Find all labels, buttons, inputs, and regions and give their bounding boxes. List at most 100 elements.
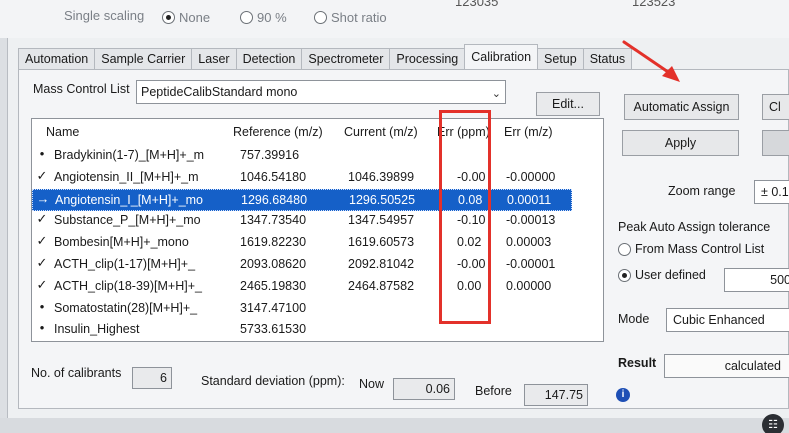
partial-value: 123523 [632,0,676,9]
cell-err-mz: 0.00011 [507,192,552,207]
bullet-icon: • [39,320,45,336]
table-row[interactable]: ✓ Substance_P_[M+H]+_mo 1347.73540 1347.549… [32,210,572,232]
cell-err-mz: -0.00013 [506,213,556,228]
cell-reference: 1296.68480 [241,192,308,207]
cell-reference: 2465.19830 [240,278,307,293]
cell-name: ACTH_clip(18-39)[M+H]+_ [54,278,202,293]
zoom-range-label: Zoom range [668,184,736,198]
tab-laser[interactable]: Laser [191,48,237,70]
mass-control-list-select[interactable]: PeptideCalibStandard mono ⌄ [136,80,506,104]
check-icon: ✓ [36,233,48,249]
scaling-none-option[interactable]: None [162,10,210,25]
edit-button[interactable]: Edit... [536,92,600,116]
column-header-reference[interactable]: Reference (m/z) [233,125,323,139]
chevron-down-icon[interactable]: ⌄ [492,83,501,105]
now-value-field: 0.06 [393,378,455,400]
cell-name: Somatostatin(28)[M+H]+_ [54,300,198,315]
table-row[interactable]: • Somatostatin(28)[M+H]+_ 3147.47100 [32,298,572,320]
cell-name: Bombesin[M+H]+_mono [54,235,189,250]
cell-reference: 5733.61530 [240,322,307,337]
std-deviation-label: Standard deviation (ppm): [201,374,345,388]
cell-name: Bradykinin(1-7)_[M+H]+_m [54,148,205,162]
chat-icon[interactable]: ☷ [762,414,784,433]
red-arrow-annotation [622,40,680,82]
table-row[interactable]: ✓ Bombesin[M+H]+_mono 1619.82230 1619.60573… [32,232,572,254]
table-row[interactable]: → Angiotensin_I_[M+H]+_mo 1296.68480 1296.5… [32,188,572,211]
mode-select[interactable]: Cubic Enhanced [666,308,789,332]
radio-icon[interactable] [618,268,631,282]
table-row[interactable]: ✓ Angiotensin_II_[M+H]+_m 1046.54180 1046.3… [32,167,572,189]
scaling-90-option[interactable]: 90 % [240,10,287,25]
arrow-right-icon: → [36,190,50,206]
table-row[interactable]: • Bradykinin(1-7)_[M+H]+_m 757.39916 [32,145,572,167]
scaling-options-bar: Single scaling None 90 % Shot ratio 1230… [0,0,789,38]
tab-automation[interactable]: Automation [18,48,96,70]
check-icon: ✓ [36,276,48,292]
table-row[interactable]: • Insulin_Highest 5733.61530 [32,319,572,341]
tab-bar: Automation Sample Carrier Laser Detectio… [18,44,633,70]
tab-setup[interactable]: Setup [537,48,584,70]
apply-button[interactable]: Apply [622,130,739,156]
user-defined-option[interactable]: User defined [618,268,706,282]
calibration-controls: Automatic Assign Cl Apply Zoom range ± 0… [616,70,789,410]
mode-label: Mode [618,312,650,326]
secondary-button[interactable] [762,130,789,156]
calibrant-table: Name Reference (m/z) Current (m/z) Err (… [31,118,604,342]
tab-sample-carrier[interactable]: Sample Carrier [94,48,193,70]
cell-current: 2092.81042 [348,257,415,271]
tolerance-value-field[interactable]: 500 [724,268,789,292]
radio-icon[interactable] [314,11,327,24]
cell-err-mz: 0.00000 [506,278,552,293]
radio-icon[interactable] [618,242,631,256]
cell-name: ACTH_clip(1-17)[M+H]+_ [54,257,196,271]
cell-err-mz: -0.00000 [506,169,556,184]
cell-current: 1046.39899 [348,169,415,184]
column-header-current[interactable]: Current (m/z) [344,125,418,139]
cell-reference: 757.39916 [240,148,300,162]
table-row[interactable]: ✓ ACTH_clip(1-17)[M+H]+_ 2093.08620 2092.81… [32,254,572,276]
bullet-icon: • [39,298,45,314]
column-header-name[interactable]: Name [46,125,79,139]
from-mass-control-list-option[interactable]: From Mass Control List [618,242,764,256]
now-label: Now [359,377,385,391]
tab-calibration[interactable]: Calibration [464,44,539,70]
table-row[interactable]: ✓ ACTH_clip(18-39)[M+H]+_ 2465.19830 2464.8… [32,276,572,298]
tab-spectrometer[interactable]: Spectrometer [301,48,391,70]
zoom-range-field[interactable]: ± 0.1 [754,180,789,204]
info-icon[interactable]: i [616,388,630,402]
before-label: Before [475,384,512,398]
calibration-panel: Mass Control List PeptideCalibStandard m… [18,69,789,409]
radio-icon[interactable] [240,11,253,24]
automatic-assign-button[interactable]: Automatic Assign [624,94,739,120]
cell-current: 1347.54957 [348,213,415,228]
cell-current: 1619.60573 [348,235,415,250]
mass-control-list-label: Mass Control List [33,82,130,96]
cell-reference: 2093.08620 [240,257,307,271]
radio-icon[interactable] [162,11,175,24]
clear-button[interactable]: Cl [762,94,789,120]
tab-processing[interactable]: Processing [389,48,466,70]
cell-err-mz: 0.00003 [506,235,552,250]
cell-reference: 1046.54180 [240,169,307,184]
calibrants-label: No. of calibrants [31,366,122,380]
cell-current: 1296.50525 [349,192,416,207]
window-edge [0,38,8,418]
scaling-shot-ratio-option[interactable]: Shot ratio [314,10,387,25]
cell-reference: 1619.82230 [240,235,307,250]
window-bottom-edge [0,418,789,433]
single-scaling-label: Single scaling [64,8,145,23]
column-header-err-mz[interactable]: Err (m/z) [504,125,553,139]
result-field: calculated [664,354,789,378]
calibrants-count-field: 6 [132,367,172,389]
check-icon: ✓ [36,211,48,227]
cell-name: Substance_P_[M+H]+_mo [54,213,201,228]
highlight-annotation-box [439,110,491,324]
cell-name: Angiotensin_II_[M+H]+_m [54,169,199,184]
result-label: Result [618,356,657,370]
check-icon: ✓ [36,255,48,270]
tab-detection[interactable]: Detection [235,48,303,70]
bullet-icon: • [39,146,45,161]
cell-current: 2464.87582 [348,278,415,293]
cell-err-mz: -0.00001 [506,257,556,271]
partial-value: 123035 [455,0,499,9]
